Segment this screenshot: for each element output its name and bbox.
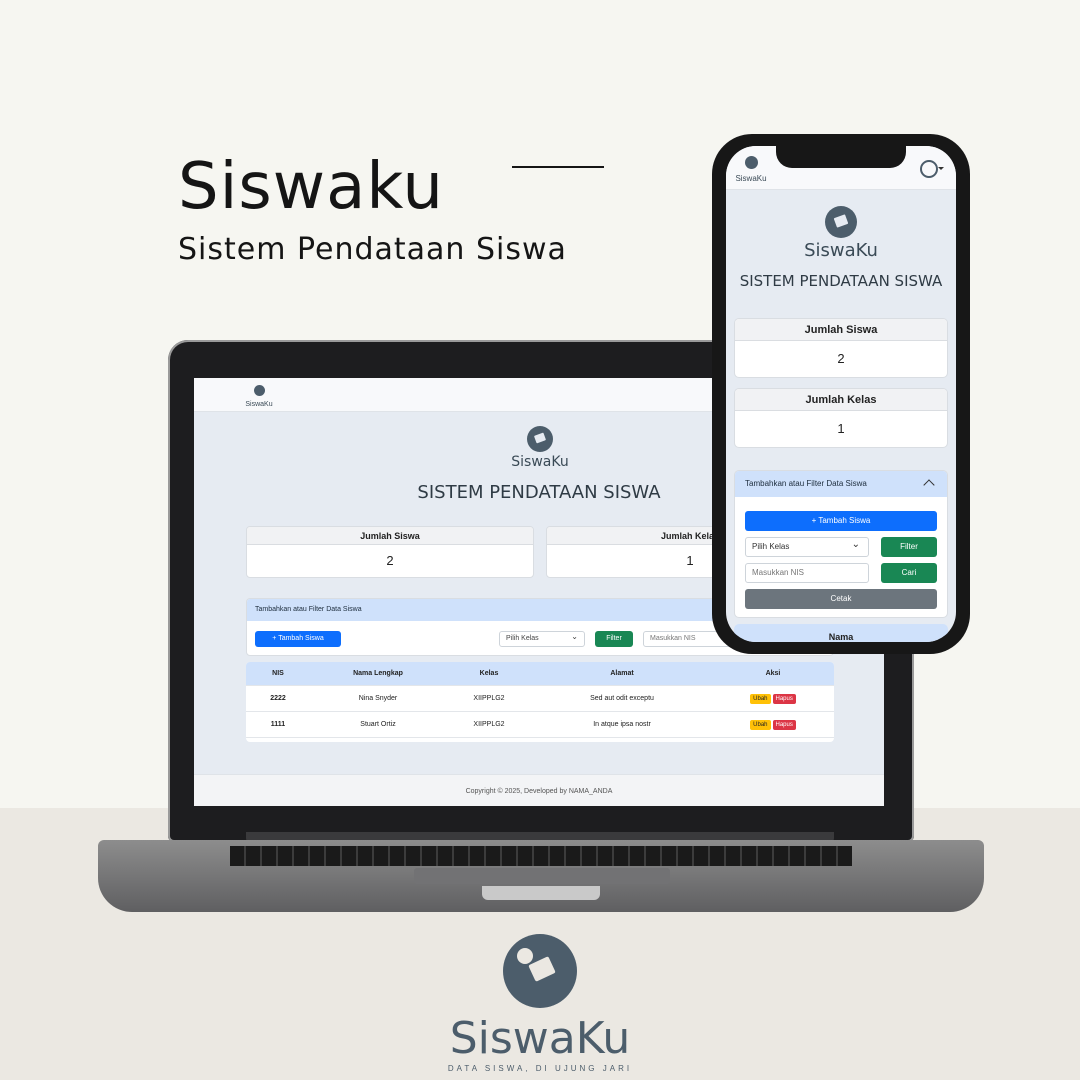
student-book-icon — [503, 934, 577, 1008]
students-card-label: Jumlah Siswa — [247, 527, 533, 545]
phone-screen: SiswaKu SiswaKu SISTEM PENDATAAN SISWA J… — [726, 146, 956, 642]
logo-icon — [744, 156, 758, 169]
mobile-filter-toggle[interactable]: Tambahkan atau Filter Data Siswa — [735, 471, 947, 497]
cell-name: Stuart Ortiz — [360, 721, 396, 728]
hero-divider — [512, 166, 604, 168]
mobile-students-card: Jumlah Siswa 2 — [734, 318, 948, 378]
mobile-page-title: SISTEM PENDATAAN SISWA — [739, 272, 943, 290]
classes-card-value: 1 — [837, 421, 845, 436]
brand-block: SiswaKu DATA SISWA, DI UJUNG JARI — [440, 934, 640, 1073]
students-table: NIS Nama Lengkap Kelas Alamat Aksi 2222 … — [246, 662, 834, 742]
hero-subtitle: Sistem Pendataan Siswa — [178, 232, 567, 267]
delete-button[interactable]: Hapus — [772, 719, 796, 730]
classes-card-label: Jumlah Kelas — [735, 389, 947, 411]
search-button[interactable]: Cari — [881, 563, 937, 583]
student-book-icon — [825, 206, 857, 238]
students-card-label: Jumlah Siswa — [735, 319, 947, 341]
table-row: 2222 Nina Snyder XIIPPLG2 Sed aut odit e… — [246, 686, 834, 712]
brand-name: SiswaKu — [449, 1013, 631, 1064]
mobile-logo-text: SiswaKu — [804, 240, 878, 261]
add-student-button[interactable]: + Tambah Siswa — [745, 511, 937, 531]
mobile-classes-card: Jumlah Kelas 1 — [734, 388, 948, 448]
delete-button[interactable]: Hapus — [772, 693, 796, 704]
students-card-value: 2 — [386, 553, 394, 568]
header-name: Nama Lengkap — [353, 670, 403, 677]
cell-address: Sed aut odit exceptu — [590, 695, 654, 702]
desktop-students-card: Jumlah Siswa 2 — [246, 526, 534, 578]
cell-actions: Ubah Hapus — [712, 719, 834, 730]
user-avatar-icon[interactable] — [920, 160, 944, 178]
desktop-logo: SiswaKu — [494, 426, 586, 470]
cell-actions: Ubah Hapus — [712, 693, 834, 704]
header-actions: Aksi — [765, 670, 781, 677]
edit-button[interactable]: Ubah — [750, 719, 771, 730]
laptop-trackpad — [414, 868, 670, 884]
mobile-filter-panel: Tambahkan atau Filter Data Siswa + Tamba… — [734, 470, 948, 618]
cell-class: XIIPPLG2 — [473, 695, 505, 702]
laptop-notch — [482, 886, 600, 900]
cell-class: XIIPPLG2 — [473, 721, 505, 728]
add-student-button[interactable]: + Tambah Siswa — [255, 631, 341, 647]
class-select[interactable]: Pilih Kelas — [745, 536, 869, 557]
cell-name: Nina Snyder — [358, 695, 398, 702]
print-button[interactable]: Cetak — [745, 589, 937, 609]
desktop-footer: Copyright © 2025, Developed by NAMA_ANDA — [194, 774, 884, 806]
logo-icon — [253, 385, 265, 396]
student-book-icon — [527, 426, 553, 452]
phone-notch — [776, 146, 906, 168]
edit-button[interactable]: Ubah — [750, 693, 771, 704]
navbar-logo[interactable]: SiswaKu — [244, 383, 274, 408]
cell-address: In atque ipsa nostr — [593, 721, 651, 728]
navbar-logo-text: SiswaKu — [245, 401, 273, 408]
laptop-keyboard — [230, 846, 852, 866]
class-select[interactable]: Pilih Kelas — [499, 630, 585, 647]
mobile-logo: SiswaKu — [786, 206, 896, 261]
filter-button[interactable]: Filter — [595, 631, 633, 647]
desktop-logo-text: SiswaKu — [511, 454, 569, 470]
mobile-navbar-logo-text: SiswaKu — [735, 174, 767, 183]
mobile-table-header: Nama — [734, 624, 948, 642]
mobile-navbar-logo[interactable]: SiswaKu — [732, 156, 770, 183]
nis-input[interactable]: Masukkan NIS — [745, 563, 869, 583]
filter-button[interactable]: Filter — [881, 537, 937, 557]
cell-nis: 1111 — [270, 721, 286, 728]
cell-nis: 2222 — [270, 695, 286, 702]
table-row: 1111 Stuart Ortiz XIIPPLG2 In atque ipsa… — [246, 712, 834, 738]
header-class: Kelas — [479, 670, 499, 677]
table-header-row: NIS Nama Lengkap Kelas Alamat Aksi — [246, 662, 834, 686]
header-address: Alamat — [610, 670, 634, 677]
hero-title: Siswaku — [178, 150, 444, 224]
students-card-value: 2 — [837, 351, 845, 366]
header-nis: NIS — [272, 670, 284, 677]
brand-tagline: DATA SISWA, DI UJUNG JARI — [447, 1064, 633, 1073]
